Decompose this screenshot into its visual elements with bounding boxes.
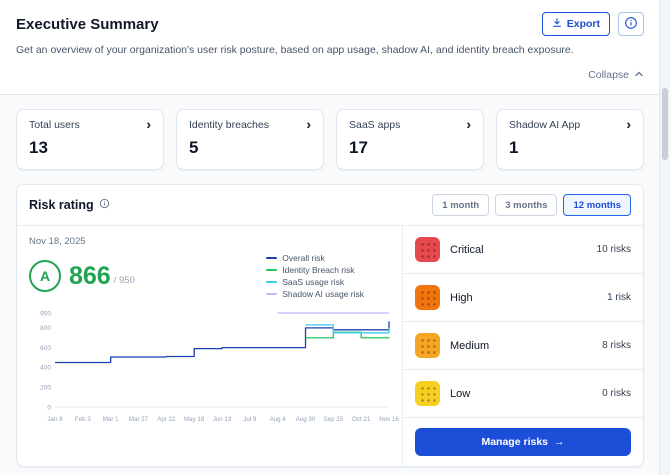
stat-label: Identity breaches — [189, 119, 269, 131]
svg-text:950: 950 — [40, 310, 51, 317]
severity-label: Medium — [450, 339, 490, 352]
low-severity-icon — [415, 381, 440, 406]
page-title: Executive Summary — [16, 15, 159, 33]
svg-text:800: 800 — [40, 325, 51, 332]
svg-text:Aug 4: Aug 4 — [270, 416, 287, 423]
collapse-label: Collapse — [588, 69, 629, 81]
svg-text:Apr 22: Apr 22 — [157, 416, 176, 423]
manage-risks-button[interactable]: Manage risks → — [415, 428, 631, 456]
chevron-right-icon: › — [626, 116, 631, 132]
severity-count: 10 risks — [596, 244, 631, 255]
arrow-right-icon: → — [554, 436, 565, 448]
svg-text:Aug 30: Aug 30 — [296, 416, 316, 423]
severity-count: 1 risk — [607, 292, 631, 303]
stat-card-saas-apps[interactable]: SaaS apps › 17 — [336, 109, 484, 170]
stat-label: Shadow AI App — [509, 119, 581, 131]
time-range-group: 1 month 3 months 12 months — [432, 194, 631, 216]
legend-item: Identity Breach risk — [266, 265, 364, 275]
svg-text:200: 200 — [40, 385, 51, 392]
risk-chart-pane: Nov 18, 2025 A 866 / 950 Overall risk Ide… — [17, 226, 402, 466]
chart-legend: Overall risk Identity Breach risk SaaS usa… — [266, 253, 364, 299]
svg-text:Jan 8: Jan 8 — [47, 416, 63, 423]
stat-card-shadow-ai-app[interactable]: Shadow AI App › 1 — [496, 109, 644, 170]
svg-text:0: 0 — [47, 404, 51, 411]
high-severity-icon — [415, 285, 440, 310]
stat-value: 5 — [189, 138, 199, 157]
svg-text:Mar 1: Mar 1 — [103, 416, 119, 423]
stat-value: 1 — [509, 138, 519, 157]
svg-text:May 18: May 18 — [184, 416, 205, 423]
range-12-months[interactable]: 12 months — [563, 194, 631, 216]
stat-card-identity-breaches[interactable]: Identity breaches › 5 — [176, 109, 324, 170]
scrollbar-thumb[interactable] — [662, 88, 668, 160]
stat-value: 13 — [29, 138, 48, 157]
severity-count: 0 risks — [602, 388, 631, 399]
svg-text:Nov 16: Nov 16 — [379, 416, 399, 423]
risk-level-row-medium: Medium 8 risks — [403, 322, 643, 370]
svg-text:Feb 3: Feb 3 — [75, 416, 91, 423]
export-button[interactable]: Export — [541, 12, 610, 36]
stat-cards-row: Total users › 13 Identity breaches › 5 S… — [16, 109, 644, 170]
info-icon[interactable] — [99, 196, 110, 214]
severity-label: Low — [450, 387, 471, 400]
risk-level-row-low: Low 0 risks — [403, 370, 643, 418]
risk-trend-chart: 950 800 600 400 200 0 Jan 8 Feb 3 Mar 1 Mar 27 Apr… — [40, 310, 399, 423]
export-button-label: Export — [566, 18, 600, 30]
stat-label: Total users — [29, 119, 80, 131]
severity-count: 8 risks — [602, 340, 631, 351]
svg-text:600: 600 — [40, 345, 51, 352]
manage-risks-label: Manage risks — [481, 436, 549, 448]
risk-level-row-high: High 1 risk — [403, 274, 643, 322]
svg-text:Jul 9: Jul 9 — [243, 416, 257, 423]
legend-item: Overall risk — [266, 253, 364, 263]
executive-summary-page: Executive Summary Export Get an overview… — [0, 0, 660, 475]
collapse-control[interactable]: Collapse — [16, 66, 644, 84]
info-icon — [624, 16, 638, 33]
risk-severity-panel: Critical 10 risks High 1 risk Medium 8 r… — [402, 226, 643, 466]
chevron-right-icon: › — [146, 116, 151, 132]
chevron-right-icon: › — [466, 116, 471, 132]
critical-severity-icon — [415, 237, 440, 262]
svg-text:Mar 27: Mar 27 — [129, 416, 149, 423]
page-header: Executive Summary Export Get an overview… — [0, 0, 660, 95]
risk-level-row-critical: Critical 10 risks — [403, 226, 643, 274]
risk-score-max: / 950 — [113, 274, 135, 286]
medium-severity-icon — [415, 333, 440, 358]
severity-label: Critical — [450, 243, 484, 256]
page-subtitle: Get an overview of your organization's u… — [16, 44, 574, 56]
svg-text:Oct 21: Oct 21 — [352, 416, 371, 423]
svg-text:Jun 13: Jun 13 — [213, 416, 232, 423]
range-3-months[interactable]: 3 months — [495, 194, 558, 216]
info-button[interactable] — [618, 12, 644, 36]
stat-card-total-users[interactable]: Total users › 13 — [16, 109, 164, 170]
risk-rating-card: Risk rating 1 month 3 months 12 months N… — [16, 184, 644, 467]
severity-label: High — [450, 291, 473, 304]
vertical-scrollbar[interactable] — [659, 0, 670, 475]
svg-text:Sep 25: Sep 25 — [324, 416, 344, 423]
risk-score: 866 — [69, 261, 111, 290]
range-1-month[interactable]: 1 month — [432, 194, 490, 216]
stat-value: 17 — [349, 138, 368, 157]
chart-date: Nov 18, 2025 — [29, 236, 86, 247]
legend-item: SaaS usage risk — [266, 277, 364, 287]
risk-rating-title: Risk rating — [29, 198, 94, 212]
legend-item: Shadow AI usage risk — [266, 289, 364, 299]
download-icon — [552, 17, 562, 31]
chevron-up-icon — [634, 66, 644, 84]
grade-badge: A — [29, 260, 61, 292]
chevron-right-icon: › — [306, 116, 311, 132]
stat-label: SaaS apps — [349, 119, 401, 131]
svg-text:400: 400 — [40, 365, 51, 372]
